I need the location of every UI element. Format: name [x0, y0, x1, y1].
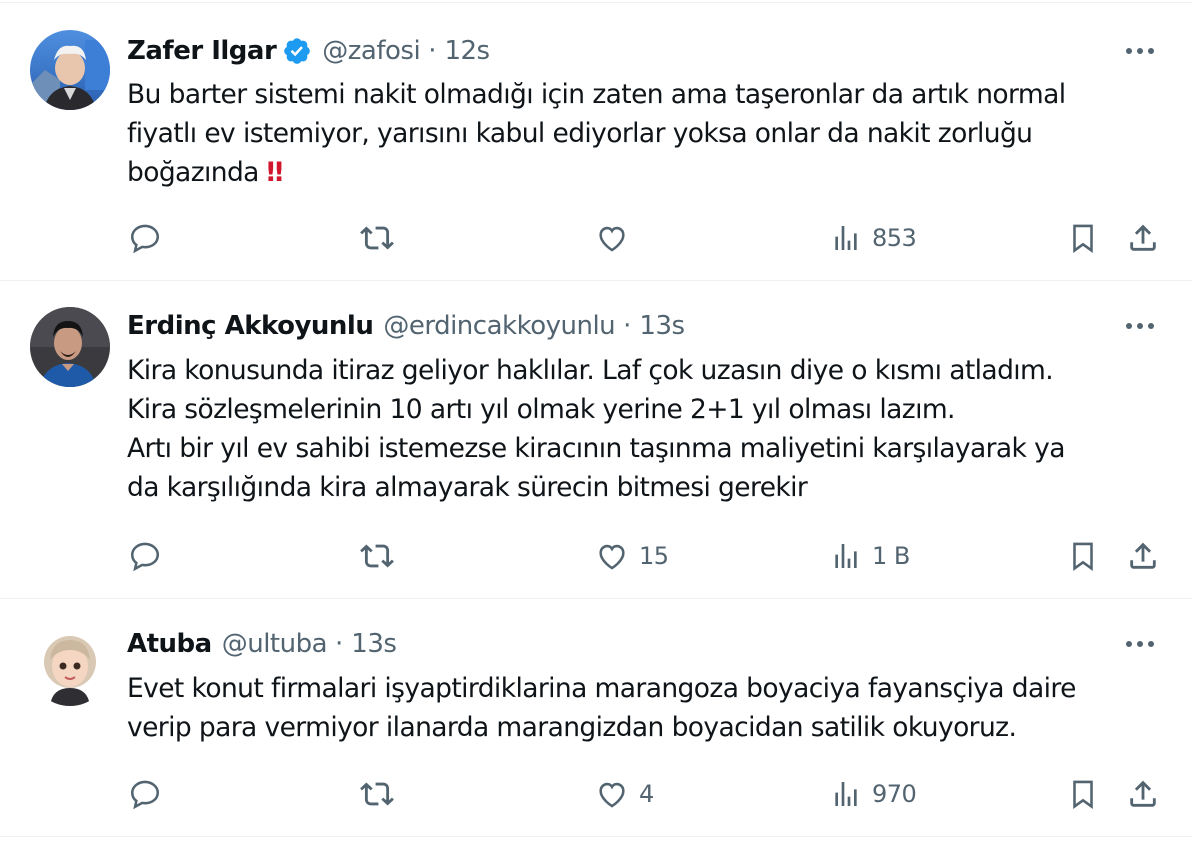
tweet-text: Evet konut firmalari işyaptirdiklarina m…: [127, 673, 1076, 743]
bookmark-icon: [1073, 780, 1093, 809]
double-exclamation-emoji: ‼: [266, 157, 283, 188]
tweet-header: Atuba @ultuba · 13s: [127, 626, 397, 662]
separator-dot: ·: [335, 629, 344, 659]
timestamp[interactable]: 12s: [444, 36, 490, 66]
verified-badge-icon[interactable]: [282, 36, 312, 66]
author-handle[interactable]: @erdincakkoyunlu: [383, 311, 615, 341]
tweet-text: Bu barter sistemi nakit olmadığı için za…: [127, 75, 1137, 192]
author-name[interactable]: Atuba: [127, 629, 212, 659]
reply-icon: [130, 224, 160, 254]
share-icon: [1130, 224, 1156, 251]
separator-dot: ·: [623, 311, 632, 341]
views-count: 1 B: [872, 542, 910, 570]
repost-button[interactable]: [358, 774, 406, 814]
author-name[interactable]: Erdinç Akkoyunlu: [127, 311, 374, 341]
tweet-3[interactable]: Atuba @ultuba · 13s Evet konut firmalari…: [0, 599, 1192, 837]
views-icon: [835, 226, 857, 250]
separator-dot: ·: [428, 36, 437, 66]
like-icon: [599, 782, 625, 808]
avatar[interactable]: [30, 626, 110, 706]
reply-button[interactable]: [128, 774, 172, 814]
views-icon: [835, 782, 857, 806]
views-button[interactable]: 853: [830, 218, 917, 258]
author-handle[interactable]: @ultuba: [222, 629, 328, 659]
bookmark-button[interactable]: [1066, 536, 1100, 576]
reply-button[interactable]: [128, 218, 172, 258]
timestamp[interactable]: 13s: [351, 629, 397, 659]
tweet-header: Zafer Ilgar @zafosi · 12s: [127, 33, 490, 69]
views-icon: [835, 544, 857, 568]
like-button[interactable]: 4: [595, 774, 654, 814]
like-count: 15: [639, 542, 669, 570]
repost-icon: [360, 782, 394, 806]
tweet-actions: 4 970: [0, 774, 1192, 814]
more-icon[interactable]: [1122, 626, 1158, 662]
tweet-actions: 15 1 B: [0, 536, 1192, 576]
bookmark-button[interactable]: [1066, 218, 1100, 258]
like-button[interactable]: 15: [595, 536, 669, 576]
views-count: 853: [872, 224, 917, 252]
tweet-1[interactable]: Zafer Ilgar @zafosi · 12s Bu barter sist…: [0, 3, 1192, 281]
timestamp[interactable]: 13s: [639, 311, 685, 341]
tweet-2[interactable]: Erdinç Akkoyunlu @erdincakkoyunlu · 13s …: [0, 281, 1192, 599]
views-count: 970: [872, 780, 917, 808]
tweet-actions: 853: [0, 218, 1192, 258]
share-button[interactable]: [1126, 218, 1160, 258]
share-icon: [1130, 542, 1156, 569]
repost-icon: [360, 226, 394, 250]
like-icon: [599, 544, 625, 570]
bookmark-icon: [1073, 224, 1093, 253]
reply-button[interactable]: [128, 536, 172, 576]
views-button[interactable]: 1 B: [830, 536, 910, 576]
author-name[interactable]: Zafer Ilgar: [127, 36, 277, 66]
avatar[interactable]: [30, 307, 110, 387]
more-icon[interactable]: [1122, 308, 1158, 344]
tweet-header: Erdinç Akkoyunlu @erdincakkoyunlu · 13s: [127, 308, 685, 344]
tweet-text: Kira konusunda itiraz geliyor haklılar. …: [127, 355, 1065, 503]
like-count: 4: [639, 780, 654, 808]
reply-icon: [130, 780, 160, 810]
share-icon: [1130, 780, 1156, 807]
like-icon: [599, 226, 625, 252]
views-button[interactable]: 970: [830, 774, 917, 814]
like-button[interactable]: [595, 218, 639, 258]
repost-button[interactable]: [358, 218, 406, 258]
bookmark-icon: [1073, 542, 1093, 571]
author-handle[interactable]: @zafosi: [322, 36, 420, 66]
repost-icon: [360, 544, 394, 568]
avatar[interactable]: [30, 30, 110, 110]
share-button[interactable]: [1126, 536, 1160, 576]
share-button[interactable]: [1126, 774, 1160, 814]
reply-icon: [130, 542, 160, 572]
tweet-feed: Zafer Ilgar @zafosi · 12s Bu barter sist…: [0, 0, 1192, 846]
bookmark-button[interactable]: [1066, 774, 1100, 814]
more-icon[interactable]: [1122, 33, 1158, 69]
repost-button[interactable]: [358, 536, 406, 576]
